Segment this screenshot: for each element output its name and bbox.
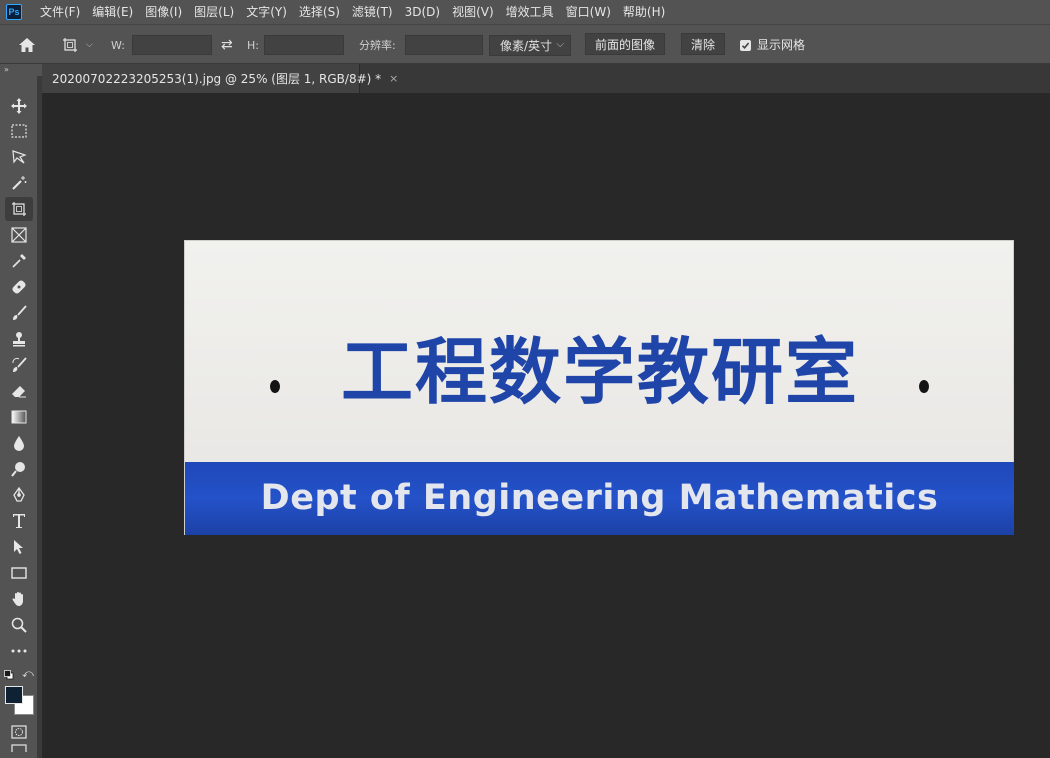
height-label: H: bbox=[247, 38, 259, 52]
more-tools-icon[interactable] bbox=[5, 639, 33, 663]
pen-tool-icon[interactable] bbox=[5, 483, 33, 507]
blur-tool-icon[interactable] bbox=[5, 431, 33, 455]
document-tab-bar: 20200702223205253(1).jpg @ 25% (图层 1, RG… bbox=[42, 64, 1050, 93]
menu-select[interactable]: 选择(S) bbox=[293, 0, 346, 24]
menu-edit[interactable]: 编辑(E) bbox=[86, 0, 139, 24]
menu-image[interactable]: 图像(I) bbox=[139, 0, 188, 24]
move-tool-icon[interactable] bbox=[5, 94, 33, 118]
tools-panel: ⤺ bbox=[0, 76, 38, 758]
front-image-button[interactable]: 前面的图像 bbox=[585, 33, 665, 55]
preset-chevron-down-icon[interactable]: ⌵ bbox=[86, 25, 93, 65]
rectangle-tool-icon[interactable] bbox=[5, 561, 33, 585]
menu-bar: Ps 文件(F) 编辑(E) 图像(I) 图层(L) 文字(Y) 选择(S) 滤… bbox=[0, 0, 1050, 24]
magic-wand-tool-icon[interactable] bbox=[5, 171, 33, 195]
width-label: W: bbox=[111, 38, 125, 52]
resolution-unit-value: 像素/英寸 bbox=[500, 39, 553, 53]
menu-plugins[interactable]: 增效工具 bbox=[500, 0, 560, 24]
menu-layer[interactable]: 图层(L) bbox=[188, 0, 240, 24]
default-colors-icon[interactable] bbox=[4, 669, 14, 680]
menu-help[interactable]: 帮助(H) bbox=[617, 0, 671, 24]
path-selection-tool-icon[interactable] bbox=[5, 535, 33, 559]
menu-type[interactable]: 文字(Y) bbox=[240, 0, 293, 24]
document-tab[interactable]: 20200702223205253(1).jpg @ 25% (图层 1, RG… bbox=[42, 64, 398, 93]
show-grid-checkbox[interactable] bbox=[740, 40, 751, 51]
screen-mode-icon[interactable] bbox=[5, 744, 33, 758]
height-input[interactable] bbox=[264, 35, 344, 55]
home-icon[interactable] bbox=[18, 25, 36, 65]
sign-mounting-hole-left bbox=[270, 380, 280, 393]
sign-mounting-hole-right bbox=[919, 380, 929, 393]
lasso-tool-icon[interactable] bbox=[5, 145, 33, 169]
menu-view[interactable]: 视图(V) bbox=[446, 0, 500, 24]
zoom-tool-icon[interactable] bbox=[5, 613, 33, 637]
document-tab-title: 20200702223205253(1).jpg @ 25% (图层 1, RG… bbox=[52, 72, 382, 86]
healing-brush-tool-icon[interactable] bbox=[5, 275, 33, 299]
eyedropper-tool-icon[interactable] bbox=[5, 249, 33, 273]
menu-file[interactable]: 文件(F) bbox=[34, 0, 86, 24]
type-tool-icon[interactable] bbox=[5, 509, 33, 533]
chevron-down-icon: ⌵ bbox=[556, 39, 564, 50]
sign-blue-band: Dept of Engineering Mathematics bbox=[185, 462, 1014, 535]
options-bar: ⌵ W: ⇄ H: 分辨率: 像素/英寸 ⌵ 前面的图像 清除 显示网格 bbox=[0, 24, 1050, 64]
foreground-color-swatch[interactable] bbox=[5, 686, 23, 704]
swap-colors-icon[interactable]: ⤺ bbox=[22, 668, 34, 680]
resolution-unit-select[interactable]: 像素/英寸 ⌵ bbox=[489, 35, 571, 56]
resolution-label: 分辨率: bbox=[359, 39, 396, 52]
resolution-input[interactable] bbox=[405, 35, 483, 55]
menu-filter[interactable]: 滤镜(T) bbox=[346, 0, 399, 24]
hand-tool-icon[interactable] bbox=[5, 587, 33, 611]
marquee-tool-icon[interactable] bbox=[5, 119, 33, 143]
frame-tool-icon[interactable] bbox=[5, 223, 33, 247]
perspective-crop-tool-icon[interactable] bbox=[5, 197, 33, 221]
history-brush-tool-icon[interactable] bbox=[5, 353, 33, 377]
toolbar-collapse-icon[interactable]: » bbox=[0, 64, 42, 76]
eraser-tool-icon[interactable] bbox=[5, 379, 33, 403]
width-input[interactable] bbox=[132, 35, 212, 55]
quick-mask-icon[interactable] bbox=[5, 720, 33, 744]
brush-tool-icon[interactable] bbox=[5, 301, 33, 325]
close-tab-icon[interactable]: × bbox=[389, 72, 398, 85]
swap-dimensions-icon[interactable]: ⇄ bbox=[221, 25, 233, 65]
stamp-tool-icon[interactable] bbox=[5, 327, 33, 351]
menu-window[interactable]: 窗口(W) bbox=[560, 0, 617, 24]
show-grid-label: 显示网格 bbox=[757, 38, 806, 52]
sign-chinese-text: 工程数学教研室 bbox=[340, 330, 859, 414]
perspective-crop-preset-icon[interactable] bbox=[62, 25, 78, 65]
dodge-tool-icon[interactable] bbox=[5, 457, 33, 481]
document-canvas[interactable]: 工程数学教研室 Dept of Engineering Mathematics bbox=[42, 93, 1050, 758]
canvas-image-sign: 工程数学教研室 Dept of Engineering Mathematics bbox=[184, 240, 1014, 535]
clear-button[interactable]: 清除 bbox=[681, 33, 725, 55]
gradient-tool-icon[interactable] bbox=[5, 405, 33, 429]
photoshop-logo-icon[interactable]: Ps bbox=[6, 4, 22, 20]
menu-3d[interactable]: 3D(D) bbox=[399, 0, 446, 24]
sign-english-text: Dept of Engineering Mathematics bbox=[260, 478, 939, 518]
